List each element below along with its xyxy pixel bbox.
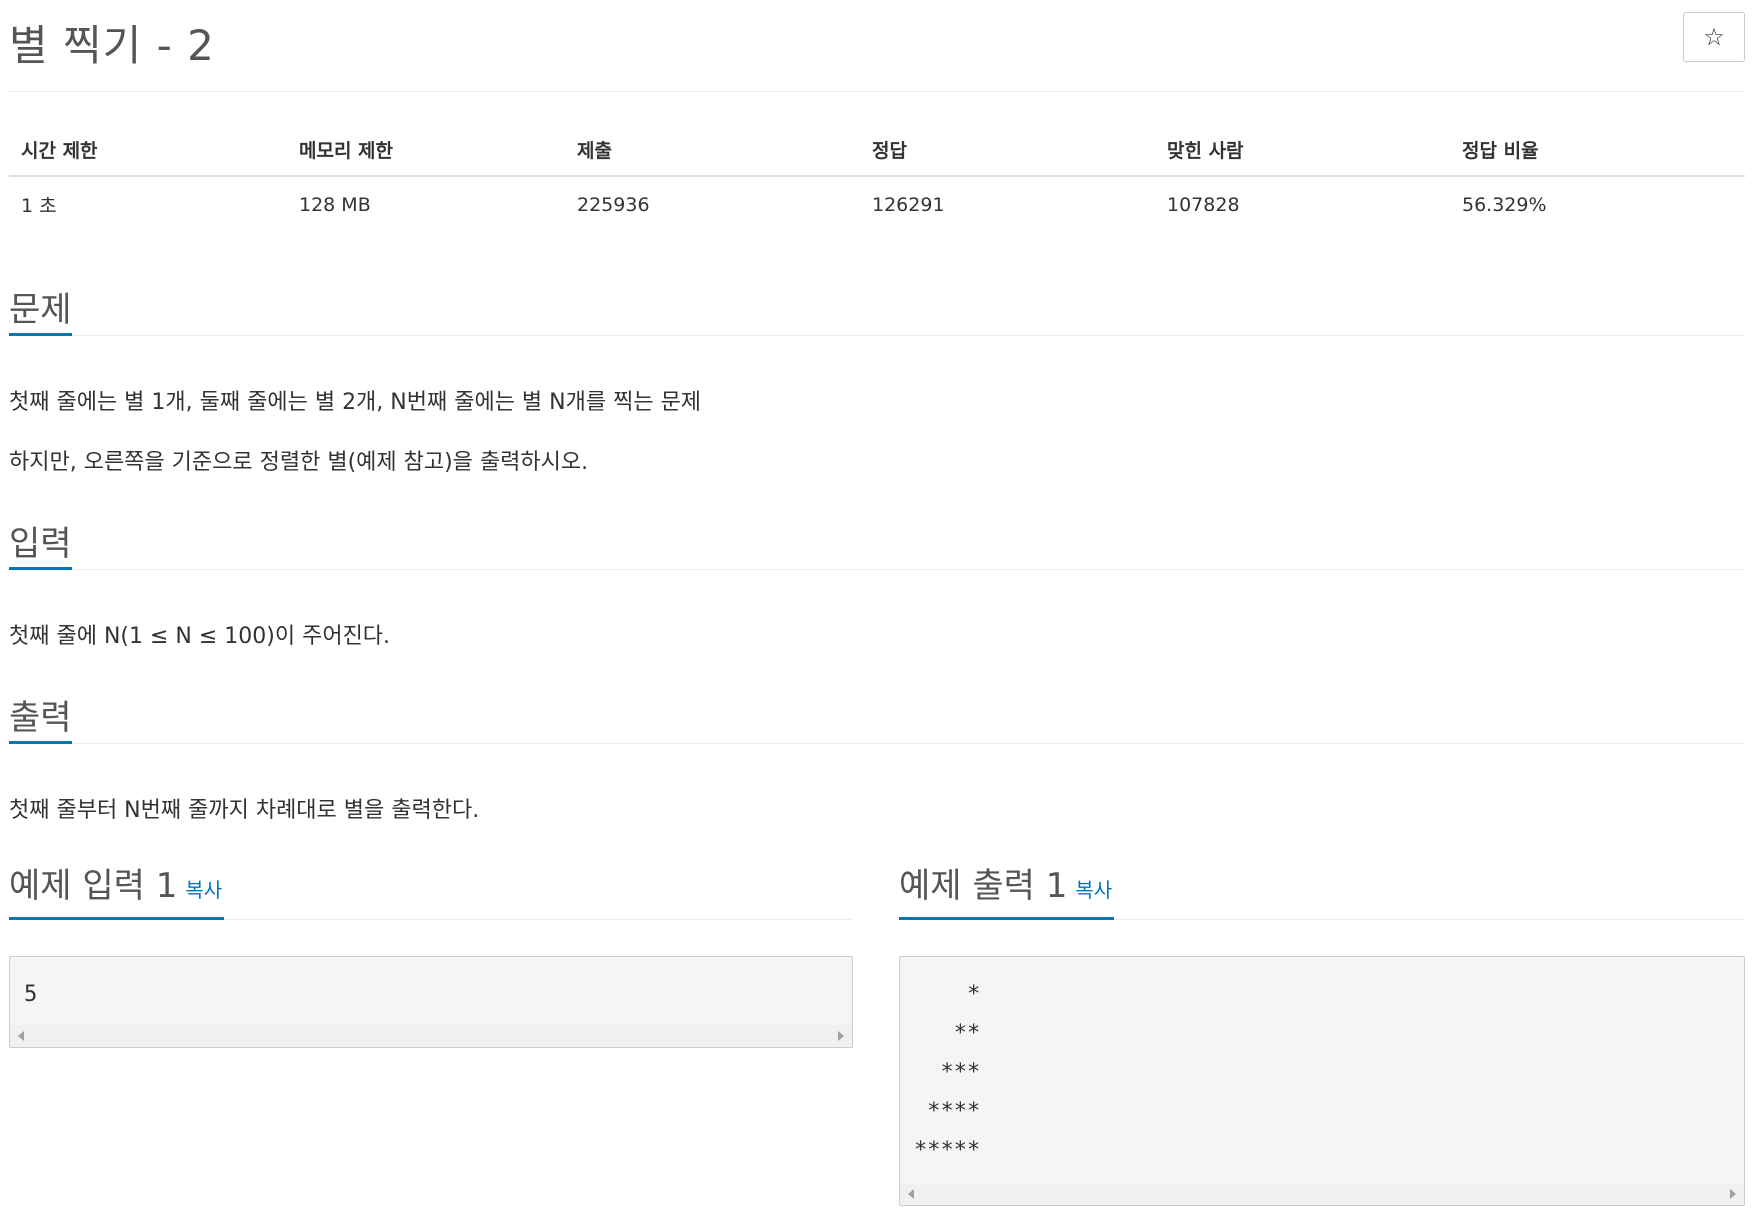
output-section-heading: 출력 — [9, 690, 1745, 744]
info-header-time-limit: 시간 제한 — [9, 124, 287, 177]
input-text: 첫째 줄에 N(1 ≤ N ≤ 100)이 주어진다. — [9, 624, 391, 649]
info-header-solvers: 맞힌 사람 — [1155, 124, 1450, 177]
info-header-submissions: 제출 — [565, 124, 860, 177]
sample-output-content: * ** *** **** ***** — [914, 982, 981, 1163]
sample-output-column: 예제 출력 1 복사 * ** *** **** ***** — [899, 858, 1745, 1206]
star-icon: ☆ — [1703, 23, 1725, 51]
sample-output-title: 예제 출력 1 — [899, 866, 1068, 906]
info-value-time-limit: 1 초 — [21, 195, 57, 217]
output-heading: 출력 — [9, 690, 72, 744]
problem-info-table: 시간 제한 메모리 제한 제출 정답 맞힌 사람 정답 비율 1 초 128 M… — [9, 124, 1745, 232]
info-header-accepted: 정답 — [860, 124, 1155, 177]
sample-input-scrollbar[interactable] — [10, 1025, 852, 1047]
sample-input-content: 5 — [24, 982, 38, 1007]
favorite-star-button[interactable]: ☆ — [1683, 12, 1745, 62]
problem-page: 별 찍기 - 2 ☆ 시간 제한 메모리 제한 제출 정답 맞힌 사람 정답 비… — [9, 0, 1745, 1206]
scroll-left-arrow-icon[interactable] — [18, 1031, 24, 1041]
sample-input-box: 5 — [9, 956, 853, 1048]
sample-input-heading: 예제 입력 1 복사 — [9, 858, 225, 920]
sample-output-box: * ** *** **** ***** — [899, 956, 1745, 1206]
info-value-solvers: 107828 — [1167, 193, 1240, 216]
problem-text-line1: 첫째 줄에는 별 1개, 둘째 줄에는 별 2개, N번째 줄에는 별 N개를 … — [9, 390, 702, 415]
info-header-memory-limit: 메모리 제한 — [287, 124, 565, 177]
problem-heading: 문제 — [9, 282, 72, 336]
output-text: 첫째 줄부터 N번째 줄까지 차례대로 별을 출력한다. — [9, 798, 480, 823]
sample-output-copy-link[interactable]: 복사 — [1075, 878, 1112, 902]
sample-input-title: 예제 입력 1 — [9, 866, 178, 906]
info-value-submissions: 225936 — [577, 193, 650, 216]
sample-output-heading: 예제 출력 1 복사 — [899, 858, 1115, 920]
input-heading: 입력 — [9, 516, 72, 570]
sample-input-copy-link[interactable]: 복사 — [185, 878, 222, 902]
sample-output-scrollbar[interactable] — [900, 1183, 1744, 1205]
info-value-memory-limit: 128 MB — [299, 193, 371, 216]
info-header-ratio: 정답 비율 — [1450, 124, 1745, 177]
input-section-heading: 입력 — [9, 516, 1745, 570]
sample-input-heading-bar: 예제 입력 1 복사 — [9, 858, 853, 920]
problem-section-heading: 문제 — [9, 282, 1745, 336]
page-title: 별 찍기 - 2 — [9, 21, 215, 70]
problem-text-line2: 하지만, 오른쪽을 기준으로 정렬한 별(예제 참고)을 출력하시오. — [9, 450, 589, 475]
scroll-left-arrow-icon[interactable] — [908, 1189, 914, 1199]
scroll-right-arrow-icon[interactable] — [838, 1031, 844, 1041]
info-value-ratio: 56.329% — [1462, 193, 1547, 216]
scroll-right-arrow-icon[interactable] — [1730, 1189, 1736, 1199]
sample-output-heading-bar: 예제 출력 1 복사 — [899, 858, 1745, 920]
title-bar: 별 찍기 - 2 ☆ — [9, 0, 1745, 92]
sample-input-column: 예제 입력 1 복사 5 — [9, 858, 853, 1048]
info-value-accepted: 126291 — [872, 193, 945, 216]
